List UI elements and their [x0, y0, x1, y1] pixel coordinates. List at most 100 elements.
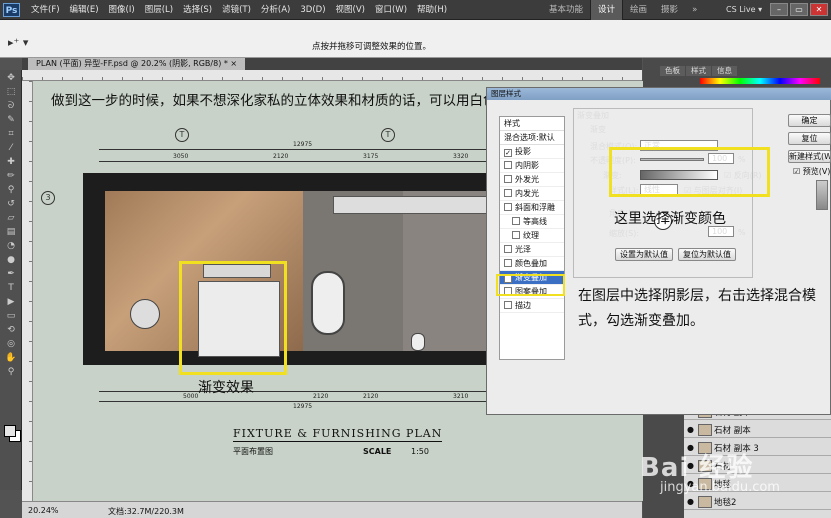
style-bevel-emboss[interactable]: 斜面和浮雕 [500, 201, 564, 215]
checkbox[interactable] [504, 175, 512, 183]
workspace-more-icon[interactable]: » [685, 0, 704, 20]
dimension-label: 3175 [363, 153, 379, 160]
styles-header[interactable]: 样式 [500, 117, 564, 131]
eye-icon[interactable]: ● [687, 425, 697, 434]
zoom-level[interactable]: 20.24% [28, 506, 59, 515]
eye-icon[interactable]: ● [687, 497, 697, 506]
style-label: 纹理 [523, 231, 539, 240]
menu-image[interactable]: 图像(I) [104, 0, 140, 20]
tab-styles[interactable]: 样式 [686, 66, 711, 76]
style-preview-thumbnail [816, 180, 828, 210]
layer-thumbnail [698, 424, 712, 436]
lasso-tool-icon[interactable]: ᘐ [2, 100, 20, 112]
healing-tool-icon[interactable]: ✚ [2, 156, 20, 168]
dimension-label: 2120 [273, 153, 289, 160]
menu-window[interactable]: 窗口(W) [370, 0, 412, 20]
close-icon[interactable]: ✕ [810, 3, 828, 16]
checkbox[interactable] [504, 203, 512, 211]
minimize-icon[interactable]: – [770, 3, 788, 16]
closet-area [403, 191, 493, 351]
checkbox[interactable] [512, 217, 520, 225]
quick-select-tool-icon[interactable]: ✎ [2, 114, 20, 126]
move-tool-preset-icon[interactable]: ▸⁺ ▾ [8, 36, 28, 49]
workspace-photography[interactable]: 摄影 [654, 0, 685, 20]
cancel-button[interactable]: 复位 [788, 132, 831, 145]
history-brush-tool-icon[interactable]: ↺ [2, 198, 20, 210]
menu-edit[interactable]: 编辑(E) [65, 0, 104, 20]
path-select-tool-icon[interactable]: ▶ [2, 296, 20, 308]
bathtub [311, 271, 345, 335]
style-texture[interactable]: 纹理 [500, 229, 564, 243]
checkbox[interactable] [504, 161, 512, 169]
stamp-tool-icon[interactable]: ⚲ [2, 184, 20, 196]
document-tab[interactable]: PLAN (平面) 异型-FF.psd @ 20.2% (阴影, RGB/8) … [28, 58, 246, 70]
menu-layer[interactable]: 图层(L) [140, 0, 178, 20]
layer-row[interactable]: ● 石材 副本 [684, 422, 831, 438]
tab-swatches[interactable]: 色板 [660, 66, 685, 76]
checkbox[interactable] [504, 245, 512, 253]
restore-icon[interactable]: ▭ [790, 3, 808, 16]
checkbox-checked[interactable]: ✓ [504, 149, 512, 157]
type-tool-icon[interactable]: T [2, 282, 20, 294]
menu-filter[interactable]: 滤镜(T) [217, 0, 256, 20]
gradient-note: 这里选择渐变颜色 [614, 211, 726, 227]
3d-orbit-tool-icon[interactable]: ◎ [2, 338, 20, 350]
style-outer-glow[interactable]: 外发光 [500, 173, 564, 187]
style-inner-shadow[interactable]: 内阴影 [500, 159, 564, 173]
workspace-painting[interactable]: 绘画 [623, 0, 654, 20]
layer-row[interactable]: ● 地毯2 [684, 494, 831, 510]
dimension-line [99, 161, 499, 162]
brush-tool-icon[interactable]: ✏ [2, 170, 20, 182]
scale-unit: % [738, 228, 746, 237]
style-label: 内阴影 [515, 161, 539, 170]
pen-tool-icon[interactable]: ✒ [2, 268, 20, 280]
style-inner-glow[interactable]: 内发光 [500, 187, 564, 201]
marquee-tool-icon[interactable]: ⬚ [2, 86, 20, 98]
checkbox[interactable] [504, 259, 512, 267]
style-satin[interactable]: 光泽 [500, 243, 564, 257]
checkbox[interactable] [504, 189, 512, 197]
new-style-button[interactable]: 新建样式(W)... [788, 150, 831, 163]
ok-button[interactable]: 确定 [788, 114, 831, 127]
dodge-tool-icon[interactable]: ● [2, 254, 20, 266]
style-drop-shadow[interactable]: ✓ 投影 [500, 145, 564, 159]
document-size[interactable]: 文档:32.7M/220.3M [108, 506, 184, 517]
style-stroke[interactable]: 描边 [500, 299, 564, 313]
eyedropper-tool-icon[interactable]: ⁄ [2, 142, 20, 154]
tab-info[interactable]: 信息 [712, 66, 737, 76]
vertical-ruler [22, 81, 33, 501]
set-default-button[interactable]: 设置为默认值 [615, 248, 673, 261]
workspace-design[interactable]: 设计 [590, 0, 624, 20]
menu-view[interactable]: 视图(V) [331, 0, 370, 20]
watermark-logo: Bai 经验 [640, 453, 754, 483]
group-subtitle: 渐变 [590, 125, 606, 134]
preview-checkbox[interactable]: ☑ 预览(V) [793, 166, 830, 177]
menu-help[interactable]: 帮助(H) [412, 0, 452, 20]
reset-default-button[interactable]: 复位为默认值 [678, 248, 736, 261]
move-tool-icon[interactable]: ✥ [2, 72, 20, 84]
color-swatches[interactable] [700, 78, 820, 84]
menu-select[interactable]: 选择(S) [178, 0, 217, 20]
blend-options-item[interactable]: 混合选项:默认 [500, 131, 564, 145]
style-contour[interactable]: 等高线 [500, 215, 564, 229]
crop-tool-icon[interactable]: ⌗ [2, 128, 20, 140]
foreground-color-swatch[interactable] [4, 425, 16, 437]
blur-tool-icon[interactable]: ◔ [2, 240, 20, 252]
document-tab-close-icon[interactable]: × [230, 59, 237, 68]
eraser-tool-icon[interactable]: ▱ [2, 212, 20, 224]
gradient-tool-icon[interactable]: ▤ [2, 226, 20, 238]
menu-3d[interactable]: 3D(D) [295, 0, 330, 20]
document-tab-label: PLAN (平面) 异型-FF.psd @ 20.2% (阴影, RGB/8) … [36, 59, 228, 68]
zoom-tool-icon[interactable]: ⚲ [2, 366, 20, 378]
grid-marker: 3 [41, 191, 55, 205]
checkbox[interactable] [512, 231, 520, 239]
workspace-essentials[interactable]: 基本功能 [542, 0, 590, 20]
style-color-overlay[interactable]: 颜色叠加 [500, 257, 564, 271]
menu-analysis[interactable]: 分析(A) [256, 0, 295, 20]
hand-tool-icon[interactable]: ✋ [2, 352, 20, 364]
menu-file[interactable]: 文件(F) [26, 0, 65, 20]
shape-tool-icon[interactable]: ▭ [2, 310, 20, 322]
cs-live-button[interactable]: CS Live ▾ [726, 0, 762, 20]
checkbox[interactable] [504, 301, 512, 309]
3d-rotate-tool-icon[interactable]: ⟲ [2, 324, 20, 336]
